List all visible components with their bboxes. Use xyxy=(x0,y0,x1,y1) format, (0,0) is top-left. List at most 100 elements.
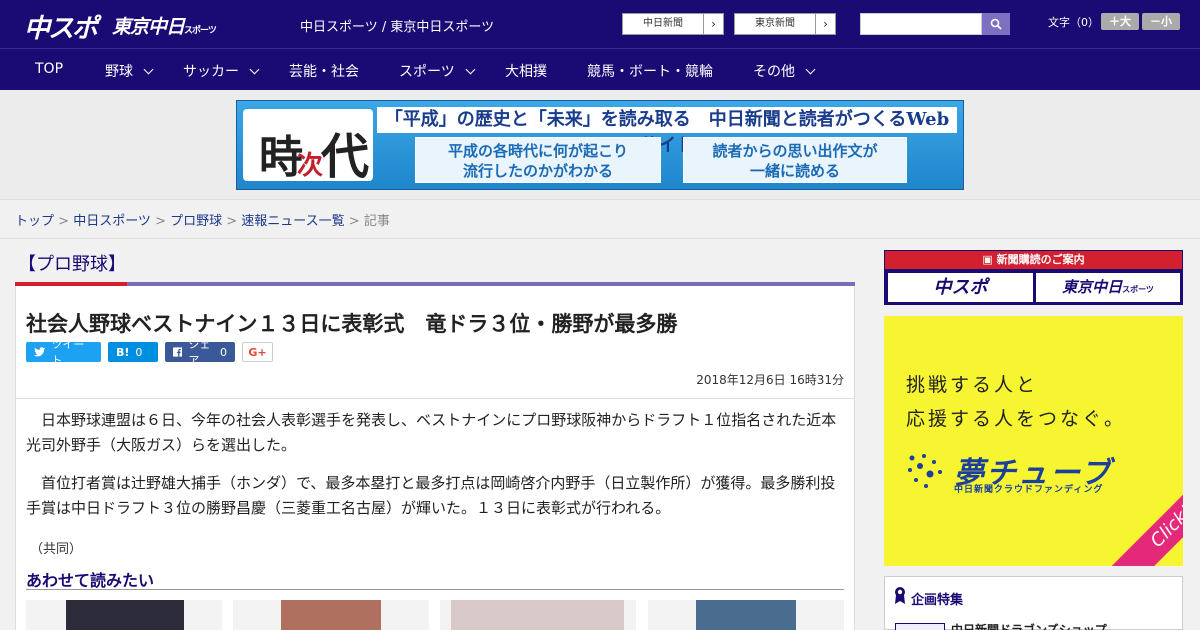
tokyo-shimbun-link[interactable]: 東京新聞 › xyxy=(734,13,836,35)
facebook-icon xyxy=(173,347,183,357)
search-button[interactable] xyxy=(982,13,1010,35)
banner-box-text: 流行したのかがわかる xyxy=(462,162,613,180)
facebook-share-button[interactable]: シェア 0 xyxy=(165,338,235,367)
chevron-down-icon xyxy=(465,64,476,75)
divider xyxy=(0,238,1200,239)
related-heading: あわせて読みたい xyxy=(26,571,155,590)
chevron-right-icon: › xyxy=(703,14,723,34)
subscription-heading: ▣ 新聞購読のご案内 xyxy=(885,251,1182,269)
breadcrumb-current: 記事 xyxy=(363,214,390,229)
tokyo-logo-suffix: スポーツ xyxy=(184,26,217,36)
tweet-button[interactable]: ツイート xyxy=(26,338,101,367)
feature-thumbnail[interactable] xyxy=(895,623,945,630)
nav-item-top[interactable]: TOP xyxy=(35,61,63,77)
subscription-heading-text: 新聞購読のご案内 xyxy=(996,253,1085,266)
nav-label: 競馬・ボート・競輪 xyxy=(587,64,713,80)
chevron-down-icon xyxy=(143,64,154,75)
breadcrumb-link[interactable]: トップ xyxy=(15,214,54,229)
ext-link-label: 東京新聞 xyxy=(755,18,795,29)
main-nav: TOP 野球 サッカー 芸能・社会 スポーツ 大相撲 競馬・ボート・競輪 その他 xyxy=(0,48,1200,90)
nav-item-sports[interactable]: スポーツ xyxy=(399,61,476,81)
nav-label: サッカー xyxy=(183,64,239,80)
banner-box-text: 一緒に読める xyxy=(749,162,840,180)
nav-item-baseball[interactable]: 野球 xyxy=(105,61,154,81)
ad-text: 応援する人をつなぐ。 xyxy=(906,408,1127,430)
banner-zone: 時 次 代 「平成」の歴史と「未来」を読み取る 中日新聞と読者がつくるWebサイ… xyxy=(0,90,1200,200)
nav-label: 野球 xyxy=(105,64,133,80)
related-thumbnail[interactable] xyxy=(233,600,429,630)
banner-logo-char: 次 xyxy=(297,151,324,181)
ad-text: 挑戦する人と xyxy=(906,374,1039,396)
article-title: 社会人野球ベストナイン１３日に表彰式 竜ドラ３位・勝野が最多勝 xyxy=(26,312,678,336)
hatena-count: 0 xyxy=(135,345,143,359)
subscribe-button-label: 東京中日 xyxy=(1062,278,1123,296)
related-thumbnail[interactable] xyxy=(26,600,222,630)
subscribe-chuspo-button[interactable]: 中スポ xyxy=(888,273,1033,302)
newspaper-icon: ▣ xyxy=(982,253,993,266)
tokyo-logo-text: 東京中日 xyxy=(112,16,185,38)
feature-box: 企画特集 中日新聞ドラゴンズショップ xyxy=(884,576,1183,630)
breadcrumb-link[interactable]: 速報ニュース一覧 xyxy=(241,214,344,229)
search-icon xyxy=(990,18,1002,30)
article-paragraph: 首位打者賞は辻野雄大捕手（ホンダ）で、最多本塁打と最多打点は岡崎啓介内野手（日立… xyxy=(26,474,836,517)
article-paragraph: 日本野球連盟は６日、今年の社会人表彰選手を発表し、ベストナインにプロ野球阪神から… xyxy=(26,411,837,454)
nav-label: 芸能・社会 xyxy=(289,64,359,80)
feature-item[interactable]: 中日新聞ドラゴンズショップ xyxy=(951,621,1107,630)
nav-label: その他 xyxy=(753,64,795,80)
search-input[interactable] xyxy=(860,13,982,35)
chevron-right-icon: › xyxy=(815,14,835,34)
nav-label: 大相撲 xyxy=(505,64,547,80)
category-label: 【プロ野球】 xyxy=(18,254,126,275)
related-image xyxy=(451,600,624,630)
banner-headline: 「平成」の歴史と「未来」を読み取る 中日新聞と読者がつくるWebサイト xyxy=(377,107,957,156)
nav-item-soccer[interactable]: サッカー xyxy=(183,61,260,81)
banner-logo: 時 次 代 xyxy=(243,109,373,185)
tweet-label: ツイート xyxy=(51,338,85,367)
gplus-button[interactable]: G+ xyxy=(242,342,273,362)
banner-logo-char: 代 xyxy=(321,129,370,185)
related-thumbnail[interactable] xyxy=(440,600,636,630)
top-header: 中スポ 東京中日スポーツ 中日スポーツ / 東京中日スポーツ 中日新聞 › 東京… xyxy=(0,0,1200,48)
nav-item-keiba[interactable]: 競馬・ボート・競輪 xyxy=(587,61,713,81)
nav-label: TOP xyxy=(35,61,64,77)
subscribe-tokyo-button[interactable]: 東京中日スポーツ xyxy=(1036,273,1180,302)
tokyo-chunichi-logo[interactable]: 東京中日スポーツ xyxy=(112,12,217,39)
feature-heading: 企画特集 xyxy=(911,593,964,608)
breadcrumb: トップ > 中日スポーツ > プロ野球 > 速報ニュース一覧 > 記事 xyxy=(15,214,390,229)
hatena-button[interactable]: B! 0 xyxy=(108,342,158,362)
font-size-label: 文字（0） xyxy=(1048,16,1099,29)
chuspo-logo[interactable]: 中スポ xyxy=(24,8,98,45)
nav-item-sumo[interactable]: 大相撲 xyxy=(505,61,547,81)
nav-item-others[interactable]: その他 xyxy=(753,61,816,81)
related-image xyxy=(66,600,184,630)
nav-label: スポーツ xyxy=(399,64,455,80)
banner-box-right: 読者からの思い出作文が 一緒に読める xyxy=(683,137,907,183)
related-image xyxy=(281,600,381,630)
subscribe-button-suffix: スポーツ xyxy=(1122,285,1154,294)
font-larger-button[interactable]: ＋大 xyxy=(1101,13,1139,30)
related-thumbnail[interactable] xyxy=(648,600,844,630)
article: 社会人野球ベストナイン１３日に表彰式 竜ドラ３位・勝野が最多勝 ツイート B! … xyxy=(15,286,855,630)
site-name: 中日スポーツ / 東京中日スポーツ xyxy=(300,20,495,35)
jijidai-banner[interactable]: 時 次 代 「平成」の歴史と「未来」を読み取る 中日新聞と読者がつくるWebサイ… xyxy=(236,100,964,190)
divider xyxy=(16,398,854,399)
banner-box-left: 平成の各時代に何が起こり 流行したのかがわかる xyxy=(415,137,661,183)
facebook-count: 0 xyxy=(220,345,227,359)
click-ribbon[interactable]: Click! xyxy=(1111,466,1183,566)
article-credit: （共同） xyxy=(30,542,83,557)
yume-tube-ad[interactable]: 挑戦する人と 応援する人をつなぐ。 夢チューブ 中日新聞クラウドファンディング … xyxy=(884,316,1183,566)
banner-box-text: 読者からの思い出作文が xyxy=(712,142,878,160)
subscription-box: ▣ 新聞購読のご案内 中スポ 東京中日スポーツ xyxy=(884,250,1183,305)
nav-item-entertainment[interactable]: 芸能・社会 xyxy=(289,61,359,81)
chevron-down-icon xyxy=(249,64,260,75)
hatena-icon: B! xyxy=(116,345,130,359)
breadcrumb-link[interactable]: 中日スポーツ xyxy=(73,214,151,229)
breadcrumb-link[interactable]: プロ野球 xyxy=(170,214,222,229)
article-date: 2018年12月6日 16時31分 xyxy=(696,373,844,387)
ext-link-label: 中日新聞 xyxy=(643,18,683,29)
gplus-icon: G+ xyxy=(248,345,267,359)
font-smaller-button[interactable]: －小 xyxy=(1142,13,1180,30)
chunichi-shimbun-link[interactable]: 中日新聞 › xyxy=(622,13,724,35)
ad-subtext: 中日新聞クラウドファンディング xyxy=(954,485,1104,495)
divider xyxy=(26,589,844,590)
